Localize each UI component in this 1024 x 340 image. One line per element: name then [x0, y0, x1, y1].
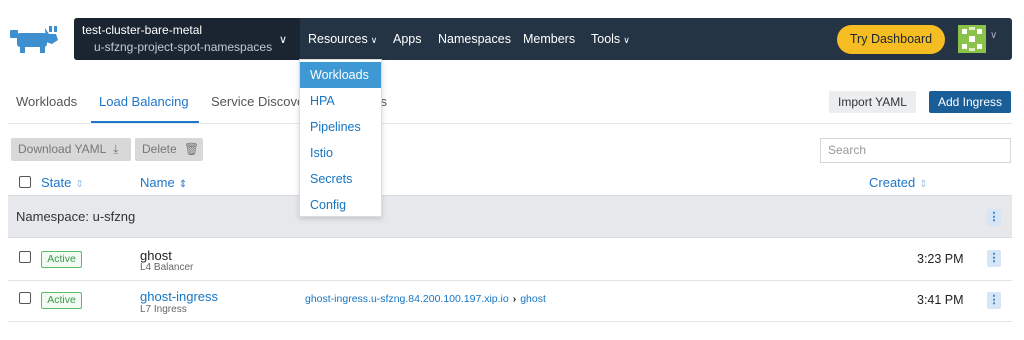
- cluster-name: test-cluster-bare-metal: [82, 23, 203, 37]
- status-badge: Active: [41, 292, 82, 309]
- column-state-label: State: [41, 175, 72, 190]
- menu-item-hpa[interactable]: HPA: [300, 88, 381, 114]
- sort-icon: ⇕: [178, 179, 188, 190]
- row-name: ghost: [140, 248, 172, 263]
- search-input[interactable]: Search: [820, 138, 1011, 163]
- tab-load-balancing[interactable]: Load Balancing: [99, 94, 189, 109]
- column-header-name[interactable]: Name ⇕: [140, 175, 187, 190]
- tab-workloads[interactable]: Workloads: [16, 94, 77, 109]
- download-yaml-button[interactable]: Download YAML ⤓: [11, 138, 131, 161]
- row-divider: [8, 321, 1012, 322]
- sort-icon: ⇕: [75, 179, 84, 190]
- user-avatar-icon[interactable]: [958, 25, 986, 53]
- nav-resources[interactable]: Resources ∨: [308, 18, 377, 60]
- namespace-group-label: Namespace: u-sfzng: [16, 209, 136, 224]
- import-yaml-button[interactable]: Import YAML: [829, 91, 916, 113]
- menu-item-pipelines[interactable]: Pipelines: [300, 114, 381, 140]
- download-yaml-label: Download YAML: [18, 142, 106, 156]
- row-divider: [8, 280, 1012, 281]
- chevron-down-icon: ∨: [623, 35, 630, 45]
- menu-item-config[interactable]: Config: [300, 192, 381, 218]
- menu-item-istio[interactable]: Istio: [300, 140, 381, 166]
- column-name-label: Name: [140, 175, 175, 190]
- column-created-label: Created: [869, 175, 916, 190]
- row-checkbox[interactable]: [19, 251, 31, 263]
- chevron-right-icon: ›: [512, 293, 517, 305]
- row-created: 3:41 PM: [917, 293, 964, 307]
- target-service-link[interactable]: ghost: [520, 293, 546, 305]
- chevron-down-icon[interactable]: ∨: [990, 30, 997, 41]
- nav-apps[interactable]: Apps: [393, 18, 422, 60]
- nav-tools[interactable]: Tools ∨: [591, 18, 630, 60]
- column-header-state[interactable]: State ⇕: [41, 175, 84, 190]
- delete-label: Delete: [142, 142, 177, 156]
- nav-members[interactable]: Members: [523, 18, 575, 60]
- trash-icon: 🗑: [184, 142, 200, 156]
- rancher-logo-icon[interactable]: [8, 24, 60, 56]
- row-actions-kebab-icon[interactable]: ⋮: [987, 250, 1001, 267]
- resources-dropdown-menu: Workloads HPA Pipelines Istio Secrets Co…: [299, 59, 382, 217]
- row-type: L4 Balancer: [140, 262, 194, 273]
- row-created: 3:23 PM: [917, 252, 964, 266]
- menu-item-workloads[interactable]: Workloads: [300, 62, 381, 88]
- row-name-link[interactable]: ghost-ingress: [140, 289, 218, 304]
- sort-icon: ⇕: [919, 179, 928, 190]
- tabs-divider: [8, 123, 1012, 124]
- chevron-down-icon: ∨: [370, 35, 378, 45]
- column-header-created[interactable]: Created ⇕: [869, 175, 928, 190]
- nav-tools-label: Tools: [591, 32, 621, 46]
- add-ingress-button[interactable]: Add Ingress: [929, 91, 1011, 113]
- nav-namespaces[interactable]: Namespaces: [438, 18, 511, 60]
- top-nav-bar: test-cluster-bare-metal u-sfzng-project-…: [74, 18, 1012, 60]
- group-actions-kebab-icon[interactable]: ⋮: [987, 209, 1001, 226]
- menu-item-secrets[interactable]: Secrets: [300, 166, 381, 192]
- try-dashboard-button[interactable]: Try Dashboard: [837, 25, 945, 54]
- download-icon: ⤓: [113, 142, 119, 156]
- status-badge: Active: [41, 251, 82, 268]
- select-all-checkbox[interactable]: [19, 176, 31, 188]
- cluster-project-switcher[interactable]: test-cluster-bare-metal u-sfzng-project-…: [74, 18, 300, 60]
- project-name: u-sfzng-project-spot-namespaces: [94, 40, 273, 54]
- tab-service-discovery[interactable]: Service Discove: [211, 94, 304, 109]
- chevron-down-icon: ∨: [279, 34, 288, 46]
- row-type: L7 Ingress: [140, 304, 187, 315]
- row-target: ghost-ingress.u-sfzng.84.200.100.197.xip…: [305, 293, 546, 305]
- nav-resources-label: Resources: [308, 32, 368, 46]
- namespace-group-row: Namespace: u-sfzng ⋮: [8, 195, 1012, 238]
- delete-button[interactable]: Delete 🗑: [135, 138, 203, 161]
- row-actions-kebab-icon[interactable]: ⋮: [987, 292, 1001, 309]
- target-host-link[interactable]: ghost-ingress.u-sfzng.84.200.100.197.xip…: [305, 293, 509, 305]
- row-checkbox[interactable]: [19, 292, 31, 304]
